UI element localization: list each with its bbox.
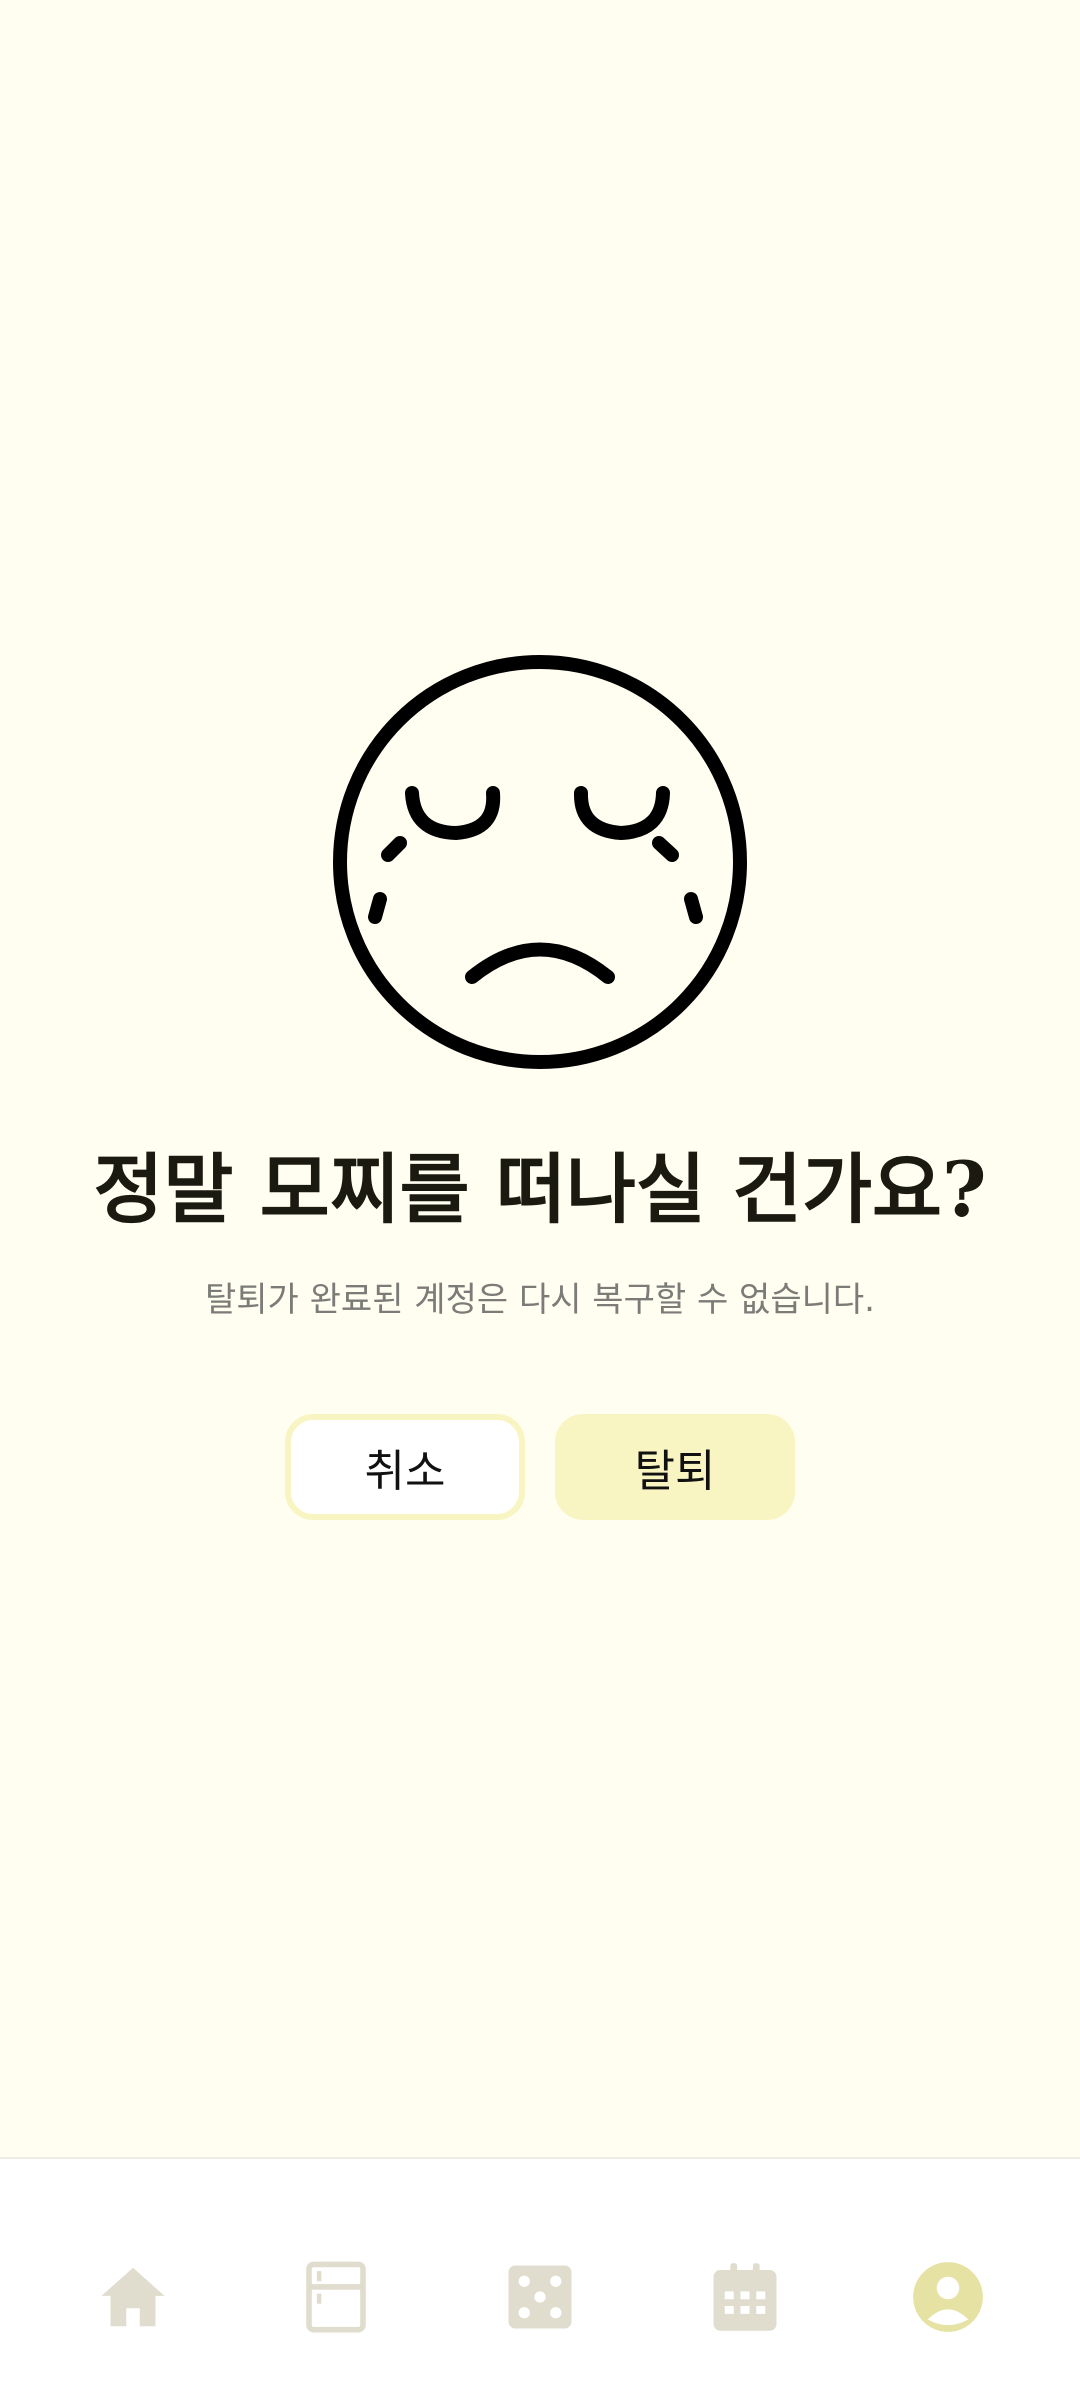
withdraw-button[interactable]: 탈퇴 bbox=[555, 1414, 795, 1520]
bottom-navigation bbox=[0, 2157, 1080, 2398]
calendar-icon bbox=[713, 2263, 777, 2331]
nav-profile[interactable] bbox=[893, 2247, 1003, 2347]
nav-calendar[interactable] bbox=[690, 2247, 800, 2347]
dice-icon bbox=[508, 2265, 572, 2329]
nav-home[interactable] bbox=[78, 2247, 188, 2347]
nav-fridge[interactable] bbox=[281, 2247, 391, 2347]
warning-message: 탈퇴가 완료된 계정은 다시 복구할 수 없습니다. bbox=[205, 1280, 875, 1320]
cancel-button[interactable]: 취소 bbox=[285, 1414, 525, 1520]
profile-icon bbox=[913, 2262, 983, 2332]
crying-face-icon bbox=[333, 655, 747, 1069]
page-title: 정말 모찌를 떠나실 건가요? bbox=[93, 1145, 987, 1234]
nav-dice[interactable] bbox=[485, 2247, 595, 2347]
fridge-icon bbox=[306, 2261, 366, 2333]
home-icon bbox=[101, 2267, 165, 2327]
